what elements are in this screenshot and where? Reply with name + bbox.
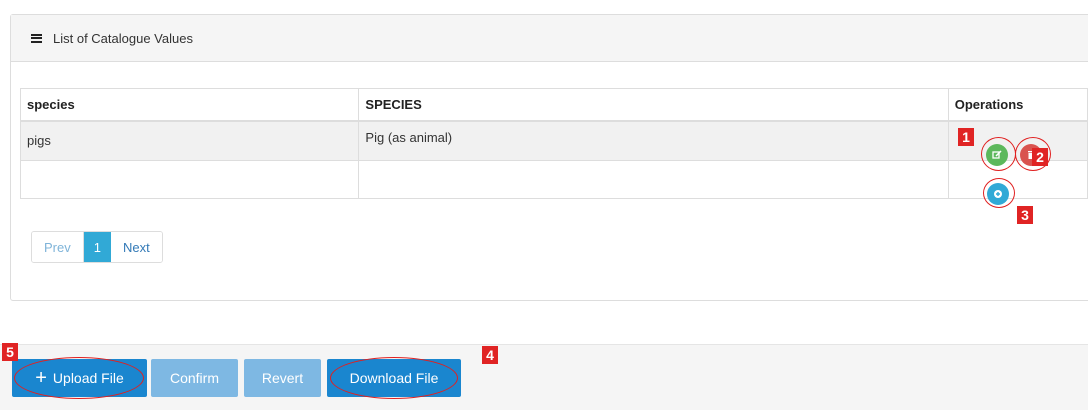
highlight-circle-edit	[981, 137, 1016, 171]
marker-2: 2	[1032, 148, 1048, 166]
highlight-circle-add	[983, 178, 1015, 208]
panel-heading: List of Catalogue Values	[11, 15, 1088, 62]
table-row-new	[19, 160, 1088, 199]
column-header-operations: Operations	[947, 88, 1088, 122]
pagination-next[interactable]: Next	[110, 232, 162, 262]
column-header-species-code: species	[19, 88, 360, 122]
cell-species-label: Pig (as animal)	[358, 120, 949, 161]
cell-species-code	[19, 160, 360, 199]
highlight-circle-download	[330, 357, 458, 399]
pagination-prev[interactable]: Prev	[32, 232, 84, 262]
table-header-row: species SPECIES Operations	[19, 88, 1088, 122]
table-row: pigs Pig (as animal)	[19, 120, 1088, 161]
pagination: Prev 1 Next	[31, 231, 163, 263]
highlight-circle-upload	[14, 357, 144, 399]
panel-title: List of Catalogue Values	[53, 30, 193, 46]
list-icon	[31, 33, 42, 43]
marker-4: 4	[482, 346, 498, 364]
pagination-page-1[interactable]: 1	[83, 232, 111, 262]
marker-5: 5	[2, 343, 18, 361]
revert-button[interactable]: Revert	[244, 359, 321, 397]
marker-3: 3	[1017, 206, 1033, 224]
cell-species-code: pigs	[19, 120, 360, 161]
marker-1: 1	[958, 128, 974, 146]
column-header-species-label: SPECIES	[358, 88, 949, 122]
confirm-button[interactable]: Confirm	[151, 359, 238, 397]
catalogue-table: species SPECIES Operations pigs Pig (as …	[19, 88, 1088, 199]
cell-species-label	[358, 160, 949, 199]
cell-operations	[947, 160, 1088, 199]
